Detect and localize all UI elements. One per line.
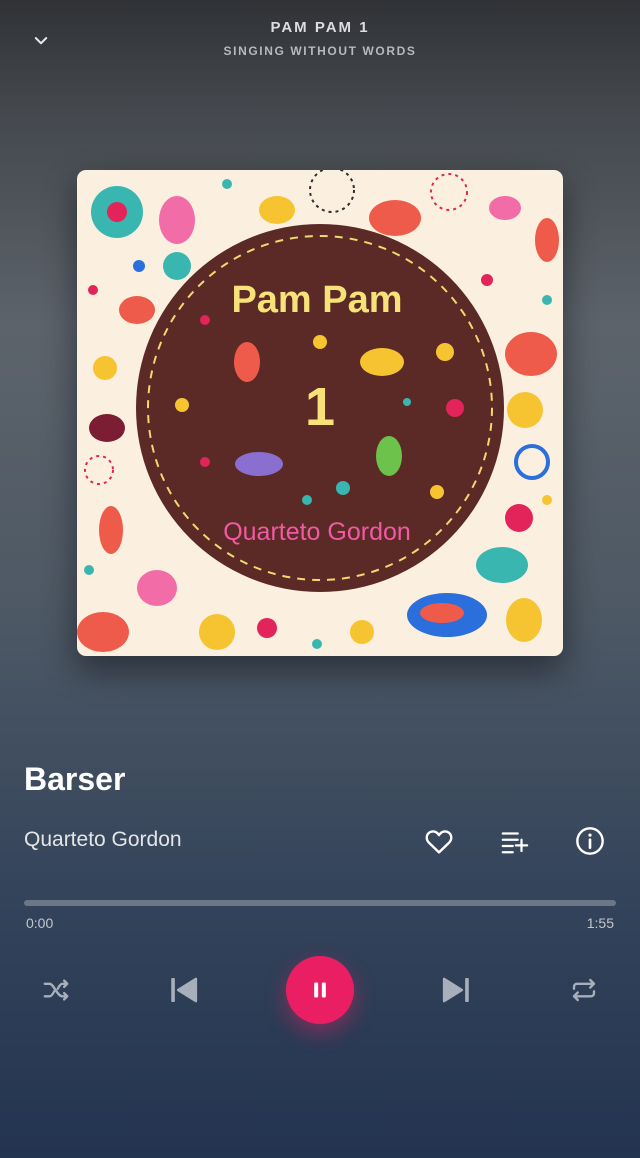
shuffle-icon	[43, 979, 69, 1001]
favorite-button[interactable]	[418, 820, 460, 862]
track-info-button[interactable]	[569, 820, 611, 862]
add-to-queue-button[interactable]	[493, 820, 535, 862]
next-button[interactable]	[435, 968, 477, 1012]
skip-previous-icon	[171, 977, 198, 1003]
shuffle-button[interactable]	[36, 970, 76, 1010]
album-subtitle: SINGING WITHOUT WORDS	[223, 44, 417, 58]
current-time: 0:00	[26, 915, 54, 931]
track-title: Barser	[24, 761, 126, 797]
info-icon	[576, 827, 604, 855]
track-artist[interactable]: Quarteto Gordon	[24, 828, 182, 852]
album-cover: Pam Pam 1 Quarteto Gordon	[77, 170, 563, 656]
previous-button[interactable]	[163, 968, 205, 1012]
total-time: 1:55	[586, 915, 614, 931]
pause-button[interactable]	[286, 956, 354, 1024]
pause-icon	[314, 982, 326, 998]
playlist-add-icon	[501, 832, 529, 854]
player-header: PAM PAM 1 SINGING WITHOUT WORDS	[0, 0, 640, 80]
repeat-button[interactable]	[564, 970, 604, 1010]
album-title: PAM PAM 1	[270, 19, 370, 36]
heart-icon	[425, 830, 453, 854]
progress-bar[interactable]	[24, 900, 616, 906]
repeat-icon	[572, 978, 596, 1002]
skip-next-icon	[442, 977, 469, 1003]
cover-number: 1	[305, 377, 335, 437]
cover-artist: Quarteto Gordon	[223, 518, 411, 546]
cover-title: Pam Pam	[231, 279, 402, 321]
